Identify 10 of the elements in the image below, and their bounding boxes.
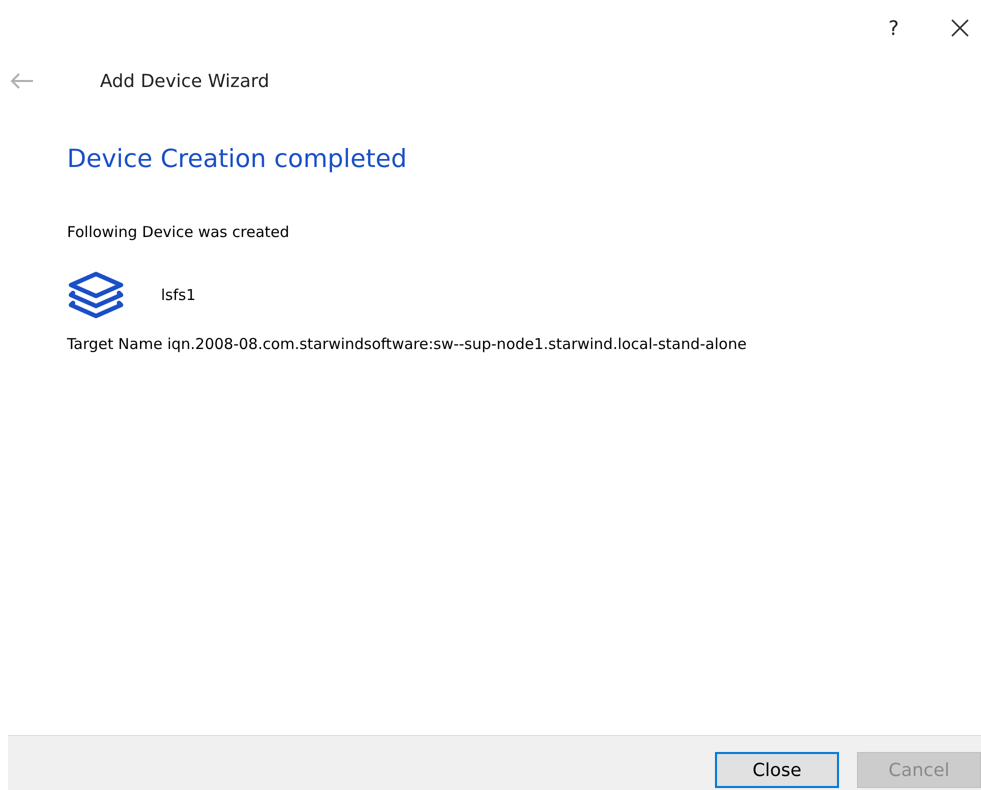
page-heading: Device Creation completed bbox=[67, 144, 408, 173]
help-button[interactable]: ? bbox=[882, 16, 905, 40]
target-name-text: Target Name iqn.2008-08.com.starwindsoftware:sw--sup-node1.starwind.local-stand-alone bbox=[67, 335, 748, 353]
stacked-layers-icon bbox=[67, 271, 125, 319]
close-icon bbox=[951, 19, 969, 37]
intro-text: Following Device was created bbox=[67, 223, 290, 241]
device-name: lsfs1 bbox=[161, 286, 196, 304]
dialog-button[interactable]: Close bbox=[715, 752, 839, 788]
back-arrow-icon bbox=[10, 72, 34, 90]
wizard-title: Add Device Wizard bbox=[100, 70, 270, 92]
